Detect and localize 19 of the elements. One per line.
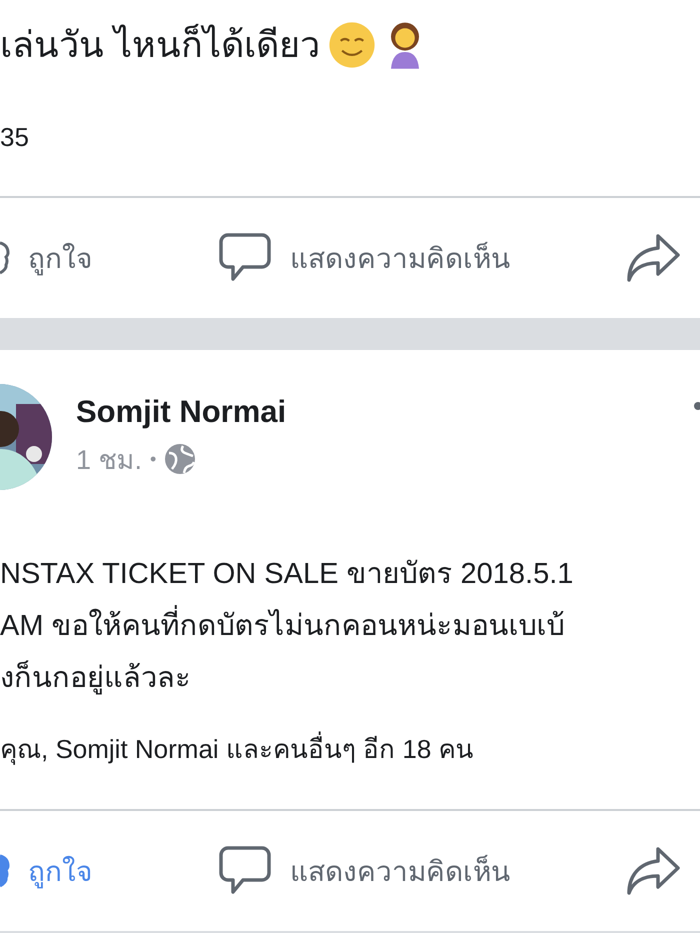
reactions-summary[interactable]: คุณ, Somjit Normai และคนอื่นๆ อีก 18 คน	[0, 704, 700, 809]
comment-button[interactable]: แสดงความคิดเห็น	[218, 845, 625, 897]
separator-dot: •	[150, 448, 156, 470]
globe-icon	[164, 443, 196, 475]
like-button[interactable]: ถูกใจ	[0, 236, 218, 280]
like-button[interactable]: ถูกใจ	[0, 849, 218, 893]
share-icon[interactable]	[625, 845, 681, 897]
post-text: เล่นวัน ไหนก็ได้เดียว	[0, 22, 320, 67]
comment-icon	[218, 232, 272, 284]
post-text-line: AM ขอให้คนที่กดบัตรไม่นกคอนหน่ะมอนเบเบ้	[0, 600, 700, 652]
post-text-line: NSTAX TICKET ON SALE ขายบัตร 2018.5.1	[0, 557, 574, 592]
post-text-line: งก็นกอยู่แล้วละ	[0, 659, 192, 696]
author-name[interactable]: Somjit Normai	[76, 394, 670, 430]
smiling-emoji-icon	[328, 21, 376, 69]
share-icon[interactable]	[625, 232, 681, 284]
comment-icon	[218, 845, 272, 897]
post-time[interactable]: 1 ชม.	[76, 438, 142, 480]
comment-button[interactable]: แสดงความคิดเห็น	[218, 232, 625, 284]
reaction-count[interactable]: 35	[0, 74, 700, 196]
